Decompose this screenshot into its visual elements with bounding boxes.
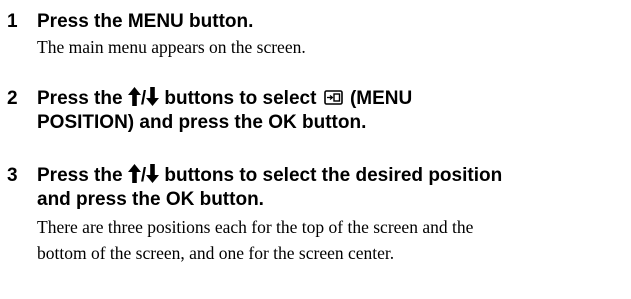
heading-suffix: buttons to select the desired position bbox=[164, 165, 503, 186]
step-heading-line: and press the OK button. bbox=[37, 189, 264, 210]
step-description-line: The main menu appears on the screen. bbox=[37, 37, 306, 57]
step-number: 2 bbox=[7, 88, 18, 109]
step-heading-line: Press the / buttons to select the desire… bbox=[37, 164, 627, 188]
step-description: The main menu appears on the screen. bbox=[37, 34, 627, 60]
heading-middle: buttons to select bbox=[164, 88, 317, 109]
step-number: 1 bbox=[7, 11, 18, 32]
heading-suffix: (MENU bbox=[349, 88, 413, 109]
step-description-line: bottom of the screen, and one for the sc… bbox=[37, 243, 395, 263]
step-number: 3 bbox=[7, 165, 18, 186]
step-heading-line: POSITION) and press the OK button. bbox=[37, 112, 367, 133]
down-arrow-icon bbox=[146, 164, 160, 183]
step-heading: Press the / buttons to select the desire… bbox=[37, 164, 627, 212]
heading-prefix: Press the bbox=[37, 88, 123, 109]
step-heading: Press the MENU button. bbox=[37, 10, 627, 34]
down-arrow-icon bbox=[146, 87, 160, 106]
step-heading-line: Press the / buttons to select (MENU bbox=[37, 87, 627, 111]
heading-prefix: Press the bbox=[37, 165, 123, 186]
up-arrow-icon bbox=[127, 164, 141, 183]
step-heading: Press the / buttons to select (MENU POSI… bbox=[37, 87, 627, 135]
up-arrow-icon bbox=[127, 87, 141, 106]
step-description: There are three positions each for the t… bbox=[37, 214, 627, 266]
step-description-line: There are three positions each for the t… bbox=[37, 217, 474, 237]
step-heading-line: Press the MENU button. bbox=[37, 11, 254, 32]
menu-position-icon bbox=[323, 90, 343, 105]
